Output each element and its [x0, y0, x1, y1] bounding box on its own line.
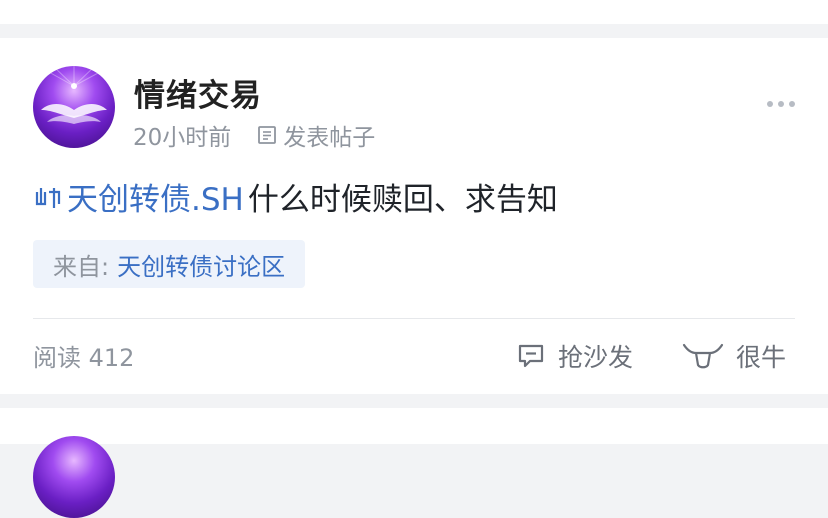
author-avatar[interactable] — [33, 66, 115, 148]
post-title-text: 什么时候赎回、求告知 — [247, 182, 558, 218]
previous-post-card[interactable] — [0, 0, 828, 24]
bond-icon — [35, 187, 61, 208]
document-icon — [258, 126, 277, 144]
source-forum-link[interactable]: 天创转债讨论区 — [117, 247, 285, 282]
comment-button[interactable]: 抢沙发 — [516, 338, 633, 374]
post-card[interactable]: 情绪交易 20小时前 发表帖子 天创转债.SH 什么时候赎回、求告知 来自: 天… — [0, 38, 828, 394]
source-tag[interactable]: 来自: 天创转债讨论区 — [33, 240, 306, 288]
next-post-card[interactable] — [0, 408, 828, 518]
read-count: 阅读 412 — [33, 344, 135, 372]
post-action-type: 发表帖子 — [283, 125, 376, 151]
like-button[interactable]: 很牛 — [682, 338, 786, 374]
post-time: 20小时前 — [133, 125, 232, 151]
comment-icon — [518, 344, 544, 368]
comment-label: 抢沙发 — [558, 343, 634, 372]
next-author-avatar[interactable] — [33, 436, 115, 518]
wings-icon — [37, 66, 112, 124]
source-label: 来自: — [53, 252, 110, 281]
like-label: 很牛 — [736, 343, 787, 372]
stock-link[interactable]: 天创转债.SH — [67, 174, 244, 219]
divider — [33, 318, 795, 319]
post-title[interactable]: 天创转债.SH 什么时候赎回、求告知 — [33, 174, 558, 219]
more-dots-icon[interactable] — [767, 101, 795, 107]
author-name[interactable]: 情绪交易 — [134, 70, 262, 115]
post-meta: 20小时前 发表帖子 — [133, 118, 375, 152]
bull-icon — [682, 343, 724, 369]
